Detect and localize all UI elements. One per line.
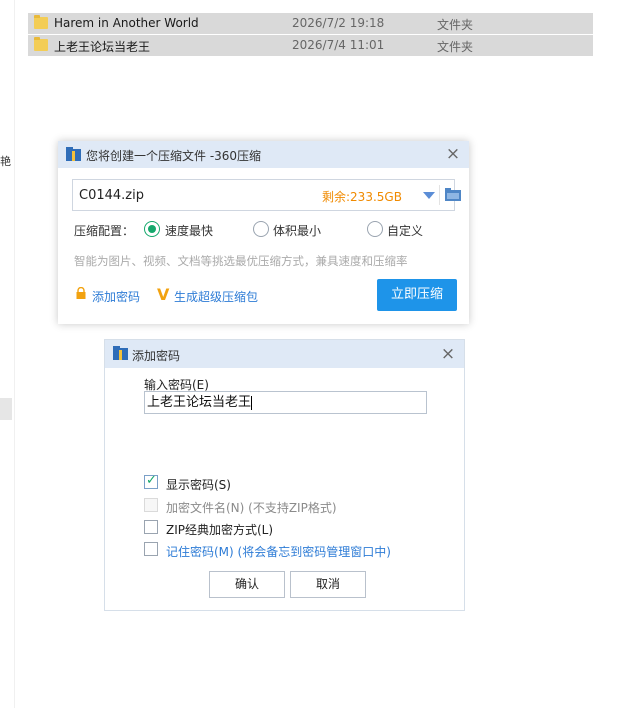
compress-dialog-title: 您将创建一个压缩文件 -360压缩 — [86, 149, 262, 163]
radio-fastest-label[interactable]: 速度最快 — [165, 222, 213, 239]
archive-name-field[interactable]: C0144.zip 剩余:233.5GB — [72, 179, 461, 211]
radio-smallest-label[interactable]: 体积最小 — [273, 222, 321, 239]
zip-classic-encryption-label[interactable]: ZIP经典加密方式(L) — [166, 521, 273, 538]
radio-custom[interactable] — [367, 221, 383, 237]
ok-button[interactable]: 确认 — [209, 571, 285, 598]
file-name: 上老王论坛当老王 — [54, 40, 151, 54]
browse-folder-icon[interactable] — [445, 188, 461, 201]
chevron-down-icon[interactable] — [423, 192, 435, 199]
pane-divider — [14, 0, 15, 708]
left-pane-text: 艳 — [0, 155, 11, 168]
show-password-label[interactable]: 显示密码(S) — [166, 476, 231, 493]
cancel-button[interactable]: 取消 — [290, 571, 366, 598]
close-icon[interactable]: × — [439, 345, 457, 363]
super-pack-icon: V — [157, 285, 170, 304]
text-cursor — [251, 395, 253, 410]
file-date: 2026/7/2 19:18 — [292, 16, 385, 30]
radio-custom-label[interactable]: 自定义 — [387, 222, 423, 239]
file-name: Harem in Another World — [54, 16, 199, 30]
free-space-label: 剩余:233.5GB — [322, 190, 402, 204]
password-dialog-title: 添加密码 — [132, 349, 181, 363]
super-pack-link[interactable]: 生成超级压缩包 — [174, 288, 258, 305]
compress-dialog: 您将创建一个压缩文件 -360压缩 × C0144.zip 剩余:233.5GB… — [58, 141, 469, 324]
lock-icon — [76, 287, 86, 299]
close-icon[interactable]: × — [444, 145, 462, 163]
password-dialog: 添加密码 × 输入密码(E) 上老王论坛当老王 ✓ 显示密码(S) 加密文件名(… — [104, 339, 465, 611]
add-password-link[interactable]: 添加密码 — [92, 288, 140, 305]
zip-classic-encryption-checkbox[interactable] — [144, 520, 158, 534]
radio-smallest[interactable] — [253, 221, 269, 237]
remember-password-label[interactable]: 记住密码(M) (将会备忘到密码管理窗口中) — [166, 543, 391, 560]
compress-now-button[interactable]: 立即压缩 — [377, 279, 457, 311]
show-password-checkbox[interactable]: ✓ — [144, 473, 158, 489]
encrypt-filenames-label: 加密文件名(N) (不支持ZIP格式) — [166, 501, 337, 515]
file-date: 2026/7/4 11:01 — [292, 38, 385, 52]
file-row[interactable]: 上老王论坛当老王 2026/7/4 11:01 文件夹 — [28, 35, 593, 56]
archive-app-icon — [66, 147, 81, 161]
compress-dialog-titlebar[interactable]: 您将创建一个压缩文件 -360压缩 × — [58, 141, 469, 168]
archive-name-value: C0144.zip — [79, 188, 144, 203]
file-row[interactable]: Harem in Another World 2026/7/2 19:18 文件… — [28, 13, 593, 34]
left-pane — [0, 0, 14, 708]
radio-fastest[interactable] — [144, 221, 160, 237]
field-separator — [439, 185, 440, 205]
compress-hint: 智能为图片、视频、文档等挑选最优压缩方式，兼具速度和压缩率 — [74, 254, 408, 268]
password-dialog-titlebar[interactable]: 添加密码 × — [105, 340, 464, 368]
left-pane-selection — [0, 398, 12, 420]
encrypt-filenames-checkbox — [144, 498, 158, 512]
file-type: 文件夹 — [437, 40, 474, 54]
archive-app-icon — [113, 346, 128, 360]
remember-password-checkbox[interactable] — [144, 542, 158, 556]
folder-icon — [34, 15, 48, 29]
folder-icon — [34, 37, 48, 51]
password-input[interactable]: 上老王论坛当老王 — [144, 391, 427, 414]
file-type: 文件夹 — [437, 18, 474, 32]
password-value: 上老王论坛当老王 — [147, 395, 252, 410]
compress-config-label: 压缩配置： — [74, 224, 135, 238]
checkmark-icon: ✓ — [146, 473, 157, 488]
